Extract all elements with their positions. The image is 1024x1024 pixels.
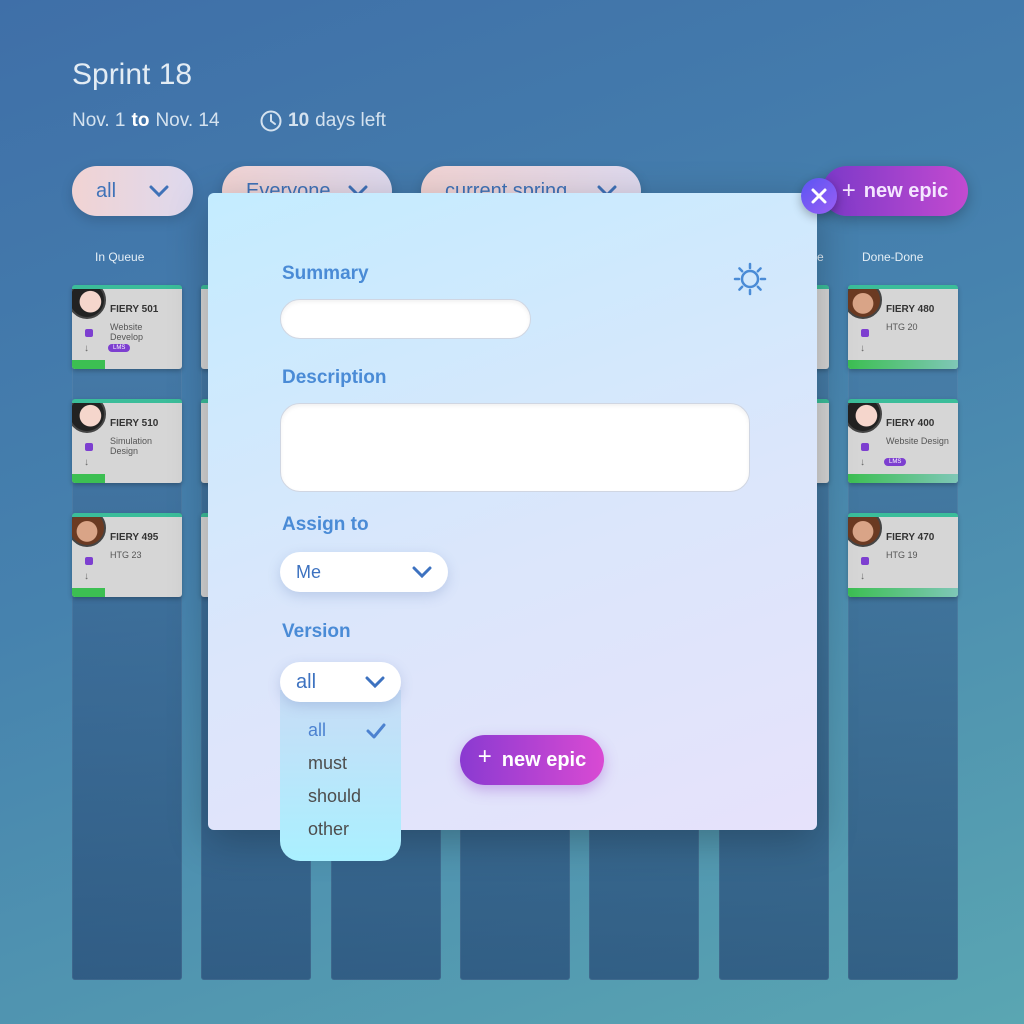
epic-icon (85, 443, 93, 451)
arrow-down-icon: ↓ (860, 571, 865, 582)
create-epic-button[interactable]: + new epic (460, 735, 604, 785)
column-label-partial: e (817, 250, 824, 264)
date-to: Nov. 14 (155, 110, 220, 131)
version-option-should[interactable]: should (280, 780, 401, 813)
epic-icon (861, 557, 869, 565)
card-progress-bar (72, 360, 182, 369)
epic-icon (861, 329, 869, 337)
version-option-must[interactable]: must (280, 747, 401, 780)
plus-icon: + (477, 743, 492, 770)
task-card[interactable]: FIERY 495 HTG 23 ↓ (72, 513, 182, 597)
days-left: 10 days left (260, 110, 386, 132)
avatar (848, 403, 882, 433)
card-progress-bar (848, 360, 958, 369)
description-label: Description (282, 367, 387, 388)
card-subtitle: HTG 19 (886, 550, 918, 560)
version-option-other[interactable]: other (280, 813, 401, 846)
version-label: Version (282, 621, 351, 642)
date-from: Nov. 1 (72, 110, 126, 131)
sprint-dates: Nov. 1 to Nov. 14 (72, 110, 220, 132)
option-label: all (308, 720, 327, 740)
arrow-down-icon: ↓ (84, 457, 89, 468)
epic-icon (861, 443, 869, 451)
card-progress-bar (72, 474, 182, 483)
clock-icon (260, 110, 282, 132)
chevron-down-icon (365, 676, 385, 688)
card-subtitle: HTG 23 (110, 550, 142, 560)
version-dropdown-menu: all must should other (280, 690, 401, 861)
avatar (72, 403, 106, 433)
card-progress-bar (72, 588, 182, 597)
card-progress-bar (848, 588, 958, 597)
card-progress-bar (848, 474, 958, 483)
type-filter-value: all (96, 179, 117, 202)
task-card[interactable]: FIERY 510 Simulation Design ↓ (72, 399, 182, 483)
option-label: should (308, 786, 362, 806)
board-column (72, 285, 182, 980)
avatar (72, 517, 106, 547)
column-label-in-queue: In Queue (95, 250, 145, 264)
board-column (848, 285, 958, 980)
arrow-down-icon: ↓ (860, 343, 865, 354)
plus-icon: + (841, 177, 856, 204)
option-label: must (308, 753, 348, 773)
version-value: all (296, 670, 317, 693)
epic-icon (85, 557, 93, 565)
create-epic-label: new epic (501, 748, 587, 771)
gear-icon[interactable] (733, 262, 767, 296)
card-tag: LMS (108, 344, 131, 352)
card-subtitle: Simulation Design (110, 436, 153, 456)
page-title: Sprint 18 (72, 58, 193, 91)
chevron-down-icon (412, 566, 432, 578)
arrow-down-icon: ↓ (84, 571, 89, 582)
new-epic-label: new epic (863, 179, 949, 202)
chevron-down-icon (149, 185, 169, 197)
new-epic-modal: Summary Description Assign to Me Version… (208, 193, 817, 861)
avatar (72, 289, 106, 319)
card-title: FIERY 495 (110, 532, 159, 543)
summary-label: Summary (282, 263, 369, 284)
close-modal-button[interactable] (801, 178, 837, 214)
description-textarea[interactable] (280, 403, 750, 492)
version-option-all[interactable]: all (280, 714, 401, 747)
option-label: other (308, 819, 350, 839)
assign-to-value: Me (296, 561, 322, 582)
assign-to-label: Assign to (282, 514, 369, 535)
card-title: FIERY 400 (886, 418, 935, 429)
card-subtitle: HTG 20 (886, 322, 918, 332)
card-tag: LMS (884, 458, 907, 466)
assign-to-select[interactable]: Me (280, 552, 448, 592)
avatar (848, 517, 882, 547)
date-to-word: to (131, 110, 150, 131)
card-title: FIERY 501 (110, 304, 159, 315)
task-card[interactable]: FIERY 400 Website Design ↓ LMS (848, 399, 958, 483)
arrow-down-icon: ↓ (84, 343, 89, 354)
column-label-done-done: Done-Done (862, 250, 924, 264)
type-filter-select[interactable]: all (72, 166, 193, 216)
task-card[interactable]: FIERY 480 HTG 20 ↓ (848, 285, 958, 369)
card-title: FIERY 470 (886, 532, 935, 543)
days-left-text: days left (315, 110, 386, 131)
task-card[interactable]: FIERY 470 HTG 19 ↓ (848, 513, 958, 597)
new-epic-button[interactable]: + new epic (822, 166, 968, 216)
checkmark-icon (366, 723, 386, 739)
arrow-down-icon: ↓ (860, 457, 865, 468)
epic-icon (85, 329, 93, 337)
avatar (848, 289, 882, 319)
card-title: FIERY 510 (110, 418, 159, 429)
days-left-number: 10 (288, 110, 310, 131)
card-subtitle: Website Develop (110, 322, 144, 342)
summary-input[interactable] (280, 299, 531, 339)
card-title: FIERY 480 (886, 304, 935, 315)
close-icon (811, 188, 827, 204)
card-subtitle: Website Design (886, 436, 949, 446)
task-card[interactable]: FIERY 501 Website Develop ↓ LMS (72, 285, 182, 369)
version-select[interactable]: all (280, 662, 401, 702)
